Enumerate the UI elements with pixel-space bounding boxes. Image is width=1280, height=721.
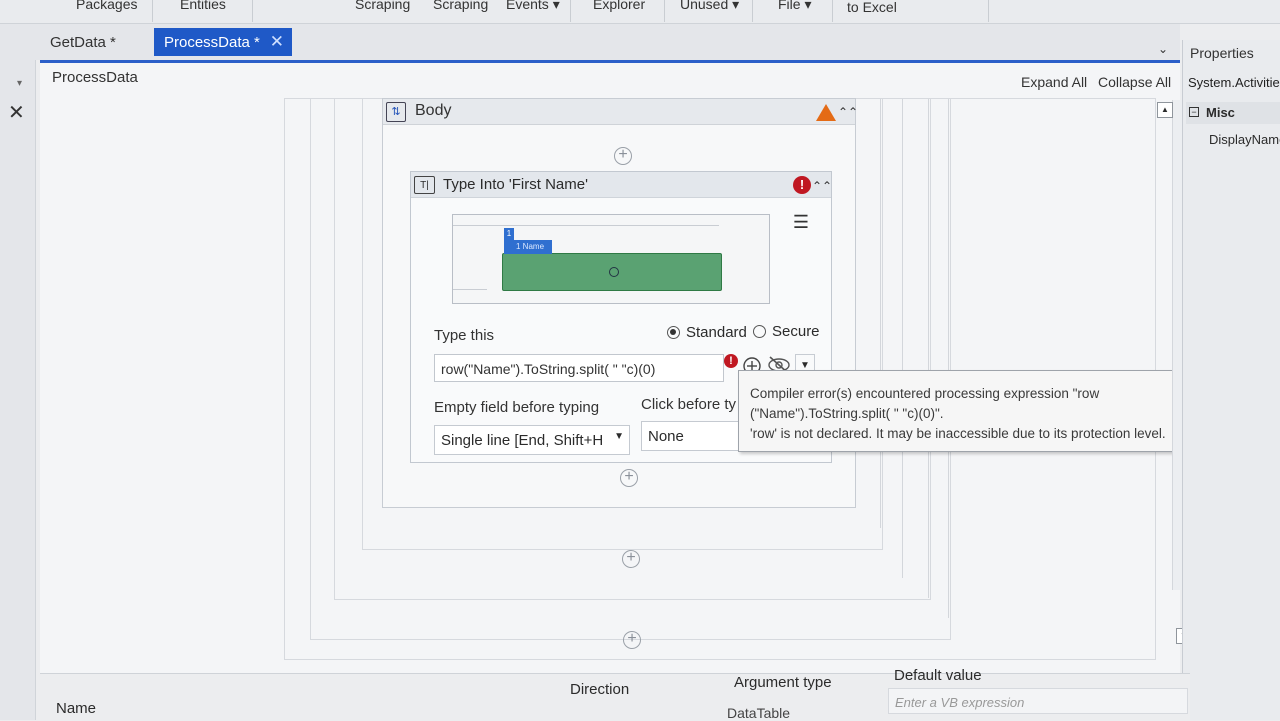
ribbon-separator [988,0,989,22]
activity-title: Type Into 'First Name' [443,176,588,193]
click-before-label: Click before ty [641,396,737,413]
property-displayname[interactable]: DisplayName [1209,132,1280,147]
tooltip-line: Compiler error(s) encountered processing… [750,386,1100,401]
ribbon-separator [252,0,253,22]
empty-field-select[interactable]: Single line [End, Shift+H ▼ [434,425,630,455]
selector-badge: 1 Name [504,240,552,254]
properties-title: Properties [1190,45,1254,61]
close-tab-icon[interactable]: ✕ [270,32,284,52]
add-activity-plus-icon[interactable]: + [620,469,638,487]
warning-icon[interactable] [816,104,836,121]
highlighted-target-element [502,253,722,291]
error-icon[interactable]: ! [724,354,738,368]
radio-secure[interactable] [753,325,766,338]
expression-input[interactable]: row("Name").ToString.split( " "c)(0) [434,354,724,382]
body-header[interactable] [383,99,855,125]
error-icon[interactable]: ! [793,176,811,194]
body-sequence-icon: ⇅ [386,102,406,122]
ribbon-explorer[interactable]: Explorer [593,0,645,12]
collapse-category-icon[interactable]: − [1189,107,1199,117]
ribbon-unused[interactable]: Unused ▾ [680,0,739,13]
ribbon-scraping-1[interactable]: Scraping [355,0,410,12]
column-header-name: Name [56,700,97,717]
properties-type: System.Activities [1188,75,1280,90]
type-into-icon: T| [414,176,435,194]
radio-standard[interactable] [667,326,680,339]
column-header-direction: Direction [570,681,630,698]
breadcrumb[interactable]: ProcessData [52,69,138,86]
ribbon-scraping-2[interactable]: Scraping [433,0,488,12]
ribbon-separator [152,0,153,22]
ribbon-file[interactable]: File ▾ [778,0,811,13]
add-activity-plus-icon[interactable]: + [623,631,641,649]
pin-small-icon[interactable]: ▾ [17,78,22,89]
tab-processdata[interactable]: ProcessData * ✕ [154,28,292,56]
collapse-icon[interactable]: ⌃⌃ [838,105,858,119]
properties-category: Misc [1206,105,1235,120]
error-tooltip: Compiler error(s) encountered processing… [738,370,1210,452]
tooltip-line: 'row' is not declared. It may be inacces… [750,426,1166,441]
add-activity-plus-icon[interactable]: + [622,550,640,568]
ribbon: Packages Entities Scraping Scraping Even… [0,0,1280,24]
scroll-up-button[interactable]: ▲ [1157,102,1173,118]
radio-secure-label: Secure [772,323,820,340]
column-header-default-value: Default value [894,667,982,684]
default-value-input[interactable]: Enter a VB expression [888,688,1188,714]
ribbon-separator [752,0,753,22]
collapse-all-button[interactable]: Collapse All [1098,74,1171,90]
click-before-select[interactable]: None [641,421,741,451]
tooltip-line: ("Name").ToString.split( " "c)(0)". [750,406,944,421]
radio-standard-label: Standard [686,324,747,341]
tab-processdata-label: ProcessData * [164,34,260,51]
close-icon[interactable]: ✕ [8,100,25,125]
empty-field-label: Empty field before typing [434,399,600,416]
dropdown-arrow-icon: ▼ [614,431,624,442]
tab-getdata[interactable]: GetData * [40,28,152,56]
type-this-label: Type this [434,327,495,344]
add-activity-plus-icon[interactable]: + [614,147,632,165]
collapse-icon[interactable]: ⌃⌃ [812,179,832,193]
document-tab-strip: GetData * ProcessData * ✕ [0,24,1180,60]
ribbon-to-excel[interactable]: to Excel [847,0,897,15]
empty-field-select-value: Single line [End, Shift+H [441,432,604,449]
ribbon-separator [570,0,571,22]
column-header-argument-type: Argument type [734,674,832,691]
ribbon-separator [832,0,833,22]
ribbon-entities[interactable]: Entities [180,0,226,12]
expand-all-button[interactable]: Expand All [1021,74,1087,90]
argument-type-cell[interactable]: DataTable [727,705,790,721]
ribbon-separator [664,0,665,22]
ribbon-packages[interactable]: Packages [76,0,137,12]
selector-number: 1 [504,228,514,240]
ribbon-events[interactable]: Events ▾ [506,0,560,13]
hamburger-menu-icon[interactable]: ☰ [790,212,812,234]
body-title: Body [415,102,452,119]
left-gutter [0,24,36,720]
chevron-down-icon[interactable]: ⌄ [1158,42,1168,56]
